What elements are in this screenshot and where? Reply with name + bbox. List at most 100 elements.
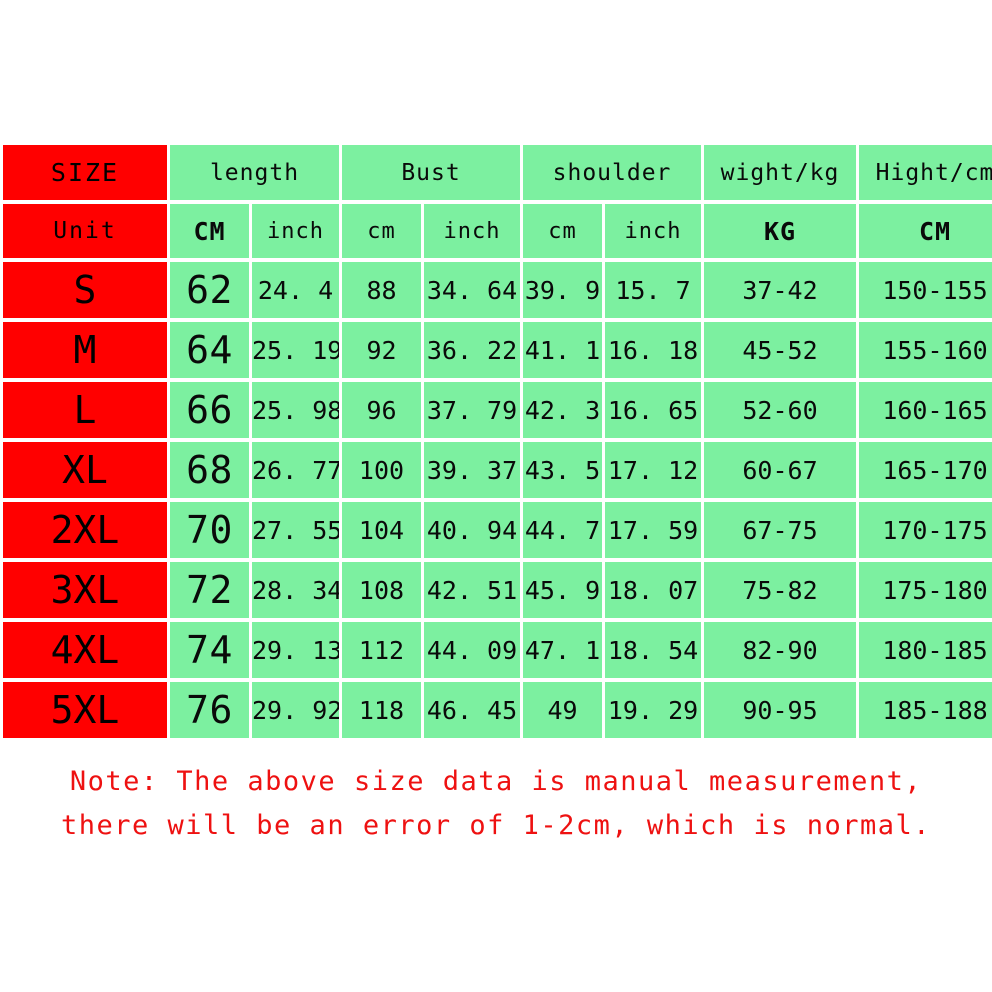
measurement-note: Note: The above size data is manual meas… [0, 760, 992, 848]
cell-length-inch: 25. 19 [252, 322, 339, 378]
cell-shoulder-cm: 41. 1 [523, 322, 603, 378]
cell-size: M [3, 322, 167, 378]
header-bust-cm: cm [342, 204, 421, 258]
cell-bust-inch: 42. 51 [424, 562, 521, 618]
cell-bust-cm: 104 [342, 502, 421, 558]
cell-length-cm: 72 [170, 562, 249, 618]
cell-size: S [3, 262, 167, 318]
cell-shoulder-inch: 15. 7 [605, 262, 702, 318]
cell-bust-cm: 88 [342, 262, 421, 318]
cell-shoulder-cm: 44. 7 [523, 502, 603, 558]
cell-bust-inch: 36. 22 [424, 322, 521, 378]
header-weight: wight/kg [704, 145, 857, 200]
cell-length-cm: 62 [170, 262, 249, 318]
cell-bust-inch: 46. 45 [424, 682, 521, 738]
cell-weight-kg: 82-90 [704, 622, 857, 678]
cell-weight-kg: 45-52 [704, 322, 857, 378]
cell-shoulder-cm: 42. 3 [523, 382, 603, 438]
cell-length-cm: 74 [170, 622, 249, 678]
cell-bust-inch: 40. 94 [424, 502, 521, 558]
size-chart-page: SIZE length Bust shoulder wight/kg Hight… [0, 0, 992, 992]
table-row: 4XL 74 29. 13 112 44. 09 47. 1 18. 54 82… [3, 622, 992, 678]
header-shoulder-inch: inch [605, 204, 702, 258]
cell-bust-cm: 118 [342, 682, 421, 738]
cell-size: 5XL [3, 682, 167, 738]
cell-size: 3XL [3, 562, 167, 618]
table-row: 5XL 76 29. 92 118 46. 45 49 19. 29 90-95… [3, 682, 992, 738]
cell-bust-inch: 44. 09 [424, 622, 521, 678]
cell-length-cm: 70 [170, 502, 249, 558]
header-size: SIZE [3, 145, 167, 200]
header-shoulder: shoulder [523, 145, 702, 200]
cell-height-cm: 150-155 [859, 262, 992, 318]
cell-bust-cm: 96 [342, 382, 421, 438]
note-line-1: Note: The above size data is manual meas… [69, 766, 923, 797]
table-row: S 62 24. 4 88 34. 64 39. 9 15. 7 37-42 1… [3, 262, 992, 318]
cell-shoulder-inch: 16. 65 [605, 382, 702, 438]
header-shoulder-cm: cm [523, 204, 603, 258]
cell-shoulder-cm: 45. 9 [523, 562, 603, 618]
table-row: XL 68 26. 77 100 39. 37 43. 5 17. 12 60-… [3, 442, 992, 498]
cell-shoulder-inch: 16. 18 [605, 322, 702, 378]
cell-shoulder-inch: 19. 29 [605, 682, 702, 738]
header-length-inch: inch [252, 204, 339, 258]
header-length-cm: CM [170, 204, 249, 258]
cell-weight-kg: 52-60 [704, 382, 857, 438]
header-bust-inch: inch [424, 204, 521, 258]
cell-shoulder-cm: 47. 1 [523, 622, 603, 678]
cell-weight-kg: 67-75 [704, 502, 857, 558]
cell-height-cm: 175-180 [859, 562, 992, 618]
header-height-cm: CM [859, 204, 992, 258]
cell-shoulder-cm: 43. 5 [523, 442, 603, 498]
cell-weight-kg: 37-42 [704, 262, 857, 318]
cell-length-cm: 64 [170, 322, 249, 378]
cell-height-cm: 180-185 [859, 622, 992, 678]
cell-height-cm: 170-175 [859, 502, 992, 558]
header-height: Hight/cm [859, 145, 992, 200]
cell-length-cm: 68 [170, 442, 249, 498]
cell-size: 2XL [3, 502, 167, 558]
cell-bust-cm: 92 [342, 322, 421, 378]
cell-height-cm: 165-170 [859, 442, 992, 498]
cell-size: XL [3, 442, 167, 498]
cell-length-inch: 25. 98 [252, 382, 339, 438]
cell-length-cm: 66 [170, 382, 249, 438]
cell-length-inch: 29. 92 [252, 682, 339, 738]
cell-length-inch: 24. 4 [252, 262, 339, 318]
cell-length-cm: 76 [170, 682, 249, 738]
size-chart-table: SIZE length Bust shoulder wight/kg Hight… [0, 141, 992, 742]
cell-shoulder-cm: 49 [523, 682, 603, 738]
cell-weight-kg: 75-82 [704, 562, 857, 618]
cell-length-inch: 27. 55 [252, 502, 339, 558]
header-weight-kg: KG [704, 204, 857, 258]
cell-shoulder-cm: 39. 9 [523, 262, 603, 318]
cell-shoulder-inch: 18. 07 [605, 562, 702, 618]
table-header-group-row: SIZE length Bust shoulder wight/kg Hight… [3, 145, 992, 200]
cell-bust-cm: 112 [342, 622, 421, 678]
cell-size: L [3, 382, 167, 438]
header-bust: Bust [342, 145, 521, 200]
cell-height-cm: 185-188 [859, 682, 992, 738]
table-row: M 64 25. 19 92 36. 22 41. 1 16. 18 45-52… [3, 322, 992, 378]
header-unit: Unit [3, 204, 167, 258]
cell-bust-inch: 34. 64 [424, 262, 521, 318]
cell-length-inch: 28. 34 [252, 562, 339, 618]
header-length: length [170, 145, 339, 200]
table-row: 3XL 72 28. 34 108 42. 51 45. 9 18. 07 75… [3, 562, 992, 618]
cell-bust-inch: 37. 79 [424, 382, 521, 438]
cell-weight-kg: 90-95 [704, 682, 857, 738]
cell-shoulder-inch: 17. 59 [605, 502, 702, 558]
cell-length-inch: 29. 13 [252, 622, 339, 678]
cell-height-cm: 155-160 [859, 322, 992, 378]
cell-shoulder-inch: 18. 54 [605, 622, 702, 678]
table-header-unit-row: Unit CM inch cm inch cm inch KG CM [3, 204, 992, 258]
cell-size: 4XL [3, 622, 167, 678]
table-row: L 66 25. 98 96 37. 79 42. 3 16. 65 52-60… [3, 382, 992, 438]
cell-weight-kg: 60-67 [704, 442, 857, 498]
table-row: 2XL 70 27. 55 104 40. 94 44. 7 17. 59 67… [3, 502, 992, 558]
cell-bust-cm: 108 [342, 562, 421, 618]
note-line-2: there will be an error of 1-2cm, which i… [60, 810, 931, 841]
cell-shoulder-inch: 17. 12 [605, 442, 702, 498]
cell-bust-inch: 39. 37 [424, 442, 521, 498]
cell-bust-cm: 100 [342, 442, 421, 498]
